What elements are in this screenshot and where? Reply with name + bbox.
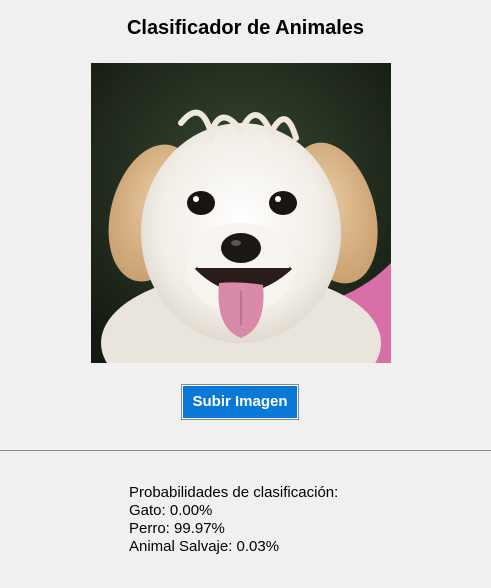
app-title: Clasificador de Animales xyxy=(126,17,365,39)
result-cat: Gato: 0.00% xyxy=(129,502,213,519)
result-wild: Animal Salvaje: 0.03% xyxy=(129,538,280,555)
results-heading: Probabilidades de clasificación: xyxy=(129,484,339,501)
result-dog: Perro: 99.97% xyxy=(129,520,225,537)
separator xyxy=(0,450,491,451)
results-panel: Probabilidades de clasificación: Gato: 0… xyxy=(129,484,338,556)
upload-image-button[interactable]: Subir Imagen xyxy=(181,384,299,420)
uploaded-image xyxy=(91,63,391,363)
dog-photo xyxy=(91,63,391,363)
